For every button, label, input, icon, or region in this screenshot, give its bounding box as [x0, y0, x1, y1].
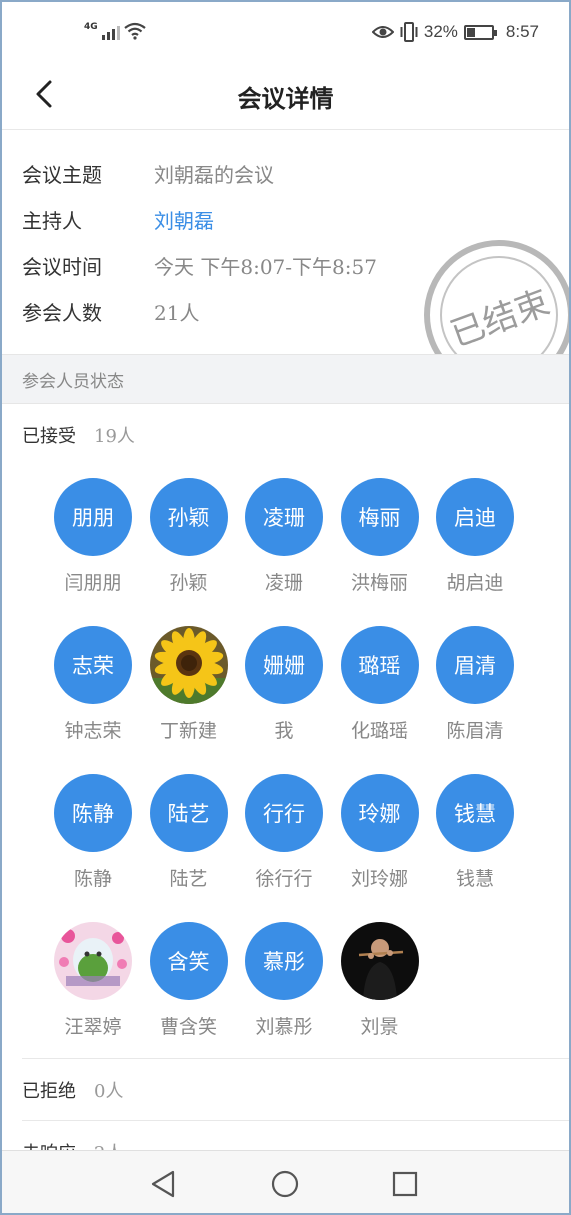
stamp-text: 已结束	[445, 282, 555, 354]
accepted-label: 已接受	[22, 426, 76, 447]
member-avatar: 眉清	[436, 626, 514, 704]
member-item[interactable]: 陆艺 陆艺	[141, 774, 237, 894]
member-name: 钱慧	[455, 868, 494, 890]
member-item[interactable]: 志荣 钟志荣	[45, 626, 141, 746]
member-name: 刘景	[360, 1016, 399, 1038]
time-value: 今天 下午8:07-下午8:57	[154, 254, 377, 279]
ended-stamp: 已结束	[424, 240, 571, 354]
member-item[interactable]: 钱慧 钱慧	[427, 774, 523, 894]
app-header: 会议详情	[0, 62, 571, 130]
member-item[interactable]: 孙颖 孙颖	[141, 478, 237, 598]
member-grid: 朋朋 闫朋朋 孙颖 孙颖 凌珊 凌珊 梅丽 洪梅丽 启迪胡启迪志荣 钟志荣 丁新建 姗姗我璐瑶 化璐瑶眉…	[0, 478, 571, 1058]
member-avatar: 孙颖	[149, 478, 228, 556]
member-item[interactable]: 刘景	[332, 922, 428, 1042]
eye-icon	[371, 26, 394, 38]
member-avatar: 姗姗	[245, 626, 323, 704]
network-type: 4G	[84, 22, 98, 32]
host-link[interactable]: 刘朝磊	[154, 205, 214, 234]
divider	[22, 1120, 571, 1121]
member-item[interactable]: 丁新建	[141, 626, 237, 746]
member-avatar: 玲娜	[340, 774, 419, 852]
section-header: 参会人员状态	[0, 354, 571, 404]
member-avatar: 钱慧	[436, 774, 514, 852]
member-item[interactable]: 陈静 陈静	[45, 774, 141, 894]
member-item[interactable]: 含笑 曹含笑	[141, 922, 237, 1042]
member-avatar: 行行	[245, 774, 323, 852]
member-avatar: 璐瑶	[340, 626, 419, 704]
signal-icon	[101, 24, 120, 40]
member-avatar: 慕彤	[245, 922, 323, 1000]
topic-label: 会议主题	[22, 162, 102, 187]
member-avatar: 志荣	[54, 626, 132, 704]
cartoon-photo	[54, 922, 132, 1000]
member-item[interactable]: 眉清 陈眉清	[427, 626, 523, 746]
musician-photo	[340, 922, 419, 1000]
count-label: 参会人数	[22, 300, 102, 325]
member-avatar: 梅丽	[340, 478, 419, 556]
member-avatar: 陈静	[54, 774, 132, 852]
member-avatar	[54, 922, 132, 1000]
accepted-count: 19人	[94, 426, 135, 447]
accepted-header: 已接受 19人	[22, 420, 135, 450]
topic-value: 刘朝磊的会议	[154, 162, 274, 187]
battery-icon	[463, 24, 497, 40]
rejected-count: 0人	[94, 1081, 124, 1102]
count-row: 参会人数 21人	[22, 296, 199, 326]
member-item[interactable]: 玲娜 刘玲娜	[332, 774, 428, 894]
member-avatar: 凌珊	[245, 478, 323, 556]
time-row: 会议时间 今天 下午8:07-下午8:57	[22, 250, 377, 280]
rejected-header[interactable]: 已拒绝 0人	[22, 1075, 123, 1105]
count-value: 21人	[154, 300, 200, 325]
host-label: 主持人	[22, 208, 82, 233]
rejected-label: 已拒绝	[22, 1081, 76, 1102]
topic-row: 会议主题 刘朝磊的会议	[22, 158, 274, 188]
time-label: 会议时间	[22, 254, 102, 279]
meeting-info: 会议主题 刘朝磊的会议 主持人 刘朝磊 会议时间 今天 下午8:07-下午8:5…	[0, 130, 571, 354]
divider	[22, 1058, 571, 1059]
member-item[interactable]: 启迪 胡启迪	[427, 478, 523, 598]
member-avatar: 朋朋	[54, 478, 132, 556]
member-avatar	[149, 626, 228, 704]
section-title: 参会人员状态	[22, 371, 124, 392]
member-item[interactable]: 慕彤 刘慕彤	[236, 922, 332, 1042]
member-item[interactable]: 凌珊 凌珊	[236, 478, 332, 598]
member-avatar: 启迪	[436, 478, 514, 556]
system-nav-bar	[0, 1150, 571, 1215]
page-title: 会议详情	[237, 85, 334, 113]
member-avatar: 含笑	[149, 922, 228, 1000]
member-name: 陈眉清	[446, 720, 504, 742]
battery-percent: 32%	[423, 22, 458, 41]
status-bar: 4G 32% 8:57	[0, 0, 571, 62]
member-name: 胡启迪	[446, 572, 504, 594]
member-avatar	[340, 922, 419, 1000]
member-item[interactable]: 朋朋 闫朋朋	[45, 478, 141, 598]
nav-back-icon[interactable]	[147, 1167, 181, 1201]
sunflower-photo	[149, 626, 228, 704]
member-item[interactable]: 姗姗我	[236, 626, 332, 746]
member-item[interactable]: 梅丽 洪梅丽	[332, 478, 428, 598]
nav-recents-icon[interactable]	[388, 1167, 422, 1201]
wifi-icon	[123, 22, 146, 40]
vibrate-icon	[400, 22, 418, 42]
member-item[interactable]: 行行 徐行行	[236, 774, 332, 894]
host-row: 主持人 刘朝磊	[22, 204, 214, 234]
clock: 8:57	[505, 22, 539, 41]
member-item[interactable]: 汪翠婷	[45, 922, 141, 1042]
nav-home-icon[interactable]	[268, 1167, 302, 1201]
member-avatar: 陆艺	[149, 774, 228, 852]
member-item[interactable]: 璐瑶 化璐瑶	[332, 626, 428, 746]
